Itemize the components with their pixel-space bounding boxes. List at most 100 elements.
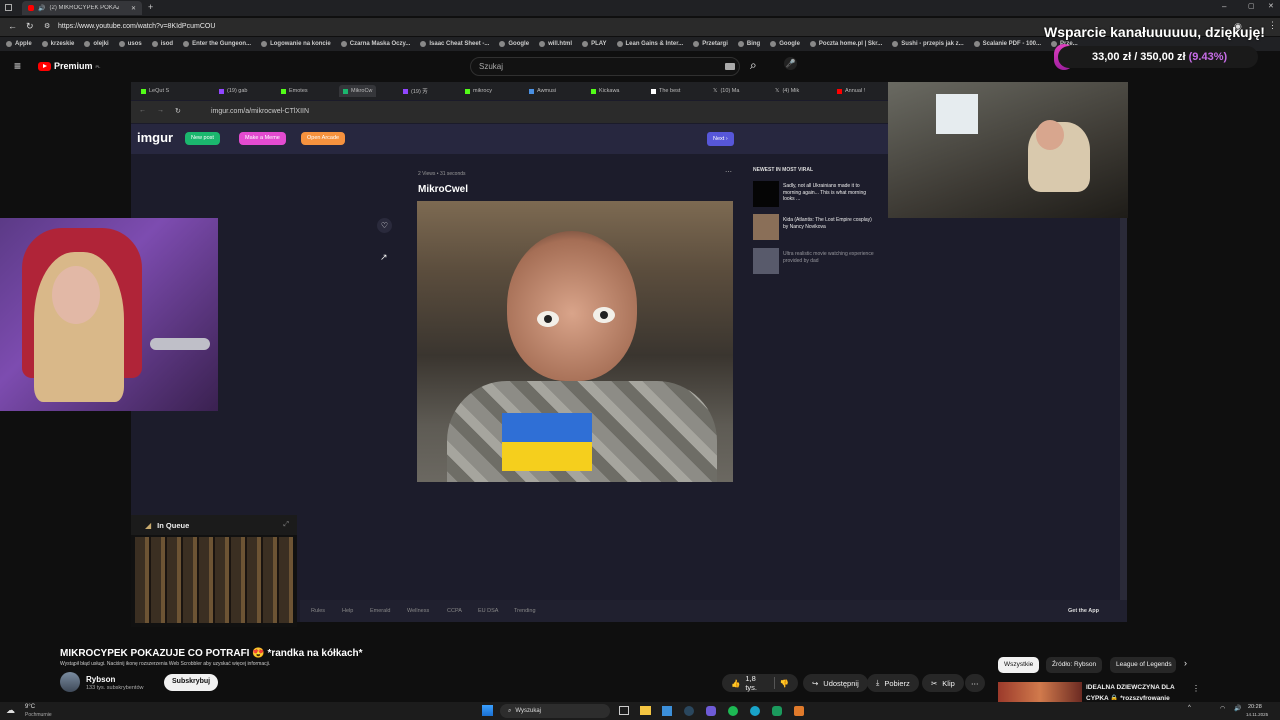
inner-tab[interactable]: mikrocy [465, 85, 492, 97]
inner-reload-icon[interactable]: ↻ [175, 107, 181, 115]
clip-button[interactable]: ✂ Klip [922, 674, 964, 692]
youtube-logo[interactable]: Premium PL [38, 61, 100, 71]
channel-name[interactable]: Rybson [86, 675, 115, 684]
bookmark-item[interactable]: olejki [84, 41, 109, 47]
minimize-icon[interactable]: – [1222, 2, 1226, 11]
bookmark-item[interactable]: Poczta home.pl | Skr... [809, 41, 882, 47]
bookmark-item[interactable]: Lean Gains & Inter... [616, 41, 683, 47]
sidebar-post[interactable]: Ultra realistic movie watching experienc… [753, 248, 877, 276]
chip-league[interactable]: League of Legends [1110, 657, 1176, 673]
open-arcade-button[interactable]: Open Arcade [301, 132, 346, 145]
inner-address-bar[interactable]: imgur.com/a/mikrocwel-CTlXIIN [211, 108, 309, 115]
taskbar-search[interactable]: ⌕ Wyszukaj [500, 704, 610, 718]
app-icon-4[interactable] [794, 706, 804, 716]
post-options-icon[interactable]: ⋯ [725, 168, 732, 176]
more-actions-button[interactable]: ⋯ [965, 674, 985, 692]
inner-forward-icon[interactable]: → [157, 107, 164, 114]
file-explorer-icon[interactable] [640, 706, 651, 715]
channel-avatar[interactable] [60, 672, 80, 692]
bookmark-item[interactable]: Scalanie PDF - 100... [973, 41, 1041, 47]
make-meme-button[interactable]: Make a Meme [239, 132, 286, 145]
post-image[interactable] [417, 201, 733, 482]
reload-icon[interactable]: ↻ [26, 21, 34, 32]
app-icon-2[interactable] [706, 706, 716, 716]
inner-scrollbar[interactable] [1120, 218, 1127, 622]
new-post-button[interactable]: New post [185, 132, 220, 145]
footer-link[interactable]: Trending [514, 608, 536, 614]
inner-tab[interactable]: 𝕏 (10) Ma [713, 85, 739, 97]
browser-menu-icon[interactable]: ⋮ [1268, 20, 1277, 31]
bookmark-item[interactable]: Czarna Maska Oczy... [340, 41, 410, 47]
window-menu-icon[interactable] [5, 4, 12, 11]
keyboard-icon[interactable] [725, 63, 735, 70]
next-button[interactable]: Next › [707, 132, 734, 146]
footer-link[interactable]: Wellness [407, 608, 429, 614]
app-icon-3[interactable] [772, 706, 782, 716]
edge-icon[interactable] [750, 706, 760, 716]
share-arrow-icon[interactable]: ↗ [380, 252, 388, 263]
inner-tab[interactable]: (19) gab [219, 85, 248, 97]
footer-link[interactable]: Rules [311, 608, 325, 614]
bookmark-item[interactable]: Przetargi [693, 41, 728, 47]
chip-source[interactable]: Źródło: Rybson [1046, 657, 1103, 673]
back-arrow-icon[interactable]: ← [8, 21, 17, 31]
inner-tab[interactable]: LeQut S [141, 85, 169, 97]
inner-tab[interactable]: The best [651, 85, 680, 97]
microphone-icon[interactable]: 🎤 [784, 57, 797, 70]
tray-chevron-icon[interactable]: ^ [1188, 705, 1191, 711]
inner-tab[interactable]: Awmusi [529, 85, 556, 97]
subscribe-button[interactable]: Subskrybuj [164, 674, 219, 691]
bookmark-item[interactable]: Logowanie na koncie [261, 41, 331, 47]
bookmark-item[interactable]: Sushi - przepis jak z... [892, 41, 964, 47]
search-input[interactable]: Szukaj [470, 57, 740, 76]
chevron-right-icon[interactable]: › [1184, 658, 1187, 668]
search-icon[interactable]: ⌕ [750, 58, 757, 73]
tab-close-icon[interactable]: ✕ [131, 5, 136, 12]
chip-all[interactable]: Wszystkie [998, 657, 1040, 673]
download-button[interactable]: ⤓ Pobierz [867, 674, 919, 692]
favorite-heart-icon[interactable]: ♡ [377, 218, 392, 233]
bookmark-item[interactable]: Isaac Cheat Sheet -... [420, 41, 489, 47]
recommended-options-icon[interactable]: ⋮ [1192, 684, 1200, 693]
volume-icon[interactable]: 🔊 [1234, 705, 1241, 712]
inner-tab[interactable]: Emotes [281, 85, 308, 97]
steam-icon[interactable] [684, 706, 694, 716]
share-button[interactable]: ↪ Udostępnij [803, 674, 868, 692]
footer-link[interactable]: Emerald [370, 608, 390, 614]
bookmark-item[interactable]: isod [151, 41, 173, 47]
maximize-icon[interactable]: ▢ [1248, 2, 1255, 10]
sidebar-post[interactable]: Sadly, not all Ukrainians made it to mor… [753, 181, 877, 209]
thumbs-down-icon[interactable]: 👎 [780, 679, 789, 688]
start-button[interactable] [482, 705, 493, 716]
bookmark-item[interactable]: Bing [737, 41, 760, 47]
bookmark-item[interactable]: will.html [539, 41, 572, 47]
inner-tab[interactable]: (19) 芳 [403, 85, 428, 97]
imgur-logo[interactable]: imgur [137, 130, 173, 145]
browser-tab[interactable]: 🔊 (2) MIKROCYPEK POKAZUJE ✕ [22, 1, 142, 15]
expand-icon[interactable]: ⤢ [283, 521, 289, 529]
inner-tab[interactable]: 𝕏 (4) Mik [775, 85, 799, 97]
footer-link[interactable]: EU DSA [478, 608, 498, 614]
inner-tab[interactable]: Annual ! [837, 85, 865, 97]
new-tab-button[interactable]: + [148, 2, 153, 12]
footer-link[interactable]: Help [342, 608, 353, 614]
close-window-icon[interactable]: ✕ [1268, 2, 1274, 10]
task-view-icon[interactable] [619, 706, 629, 715]
sidebar-post[interactable]: Kida (Atlantis: The Lost Empire cosplay)… [753, 214, 877, 242]
like-button[interactable]: 👍 1,8 tys. 👎 [722, 674, 798, 692]
inner-tab[interactable]: Kickawa [591, 85, 619, 97]
recommended-title[interactable]: IDEALNA DZIEWCZYNA DLA [1086, 684, 1175, 691]
app-icon-1[interactable] [662, 706, 672, 716]
recommended-thumbnail[interactable] [998, 682, 1082, 702]
bookmark-item[interactable]: Apple [6, 41, 32, 47]
spotify-icon[interactable] [728, 706, 738, 716]
bookmark-item[interactable]: Google [770, 41, 800, 47]
bookmark-item[interactable]: krzeskie [41, 41, 74, 47]
bookmark-item[interactable]: Google [499, 41, 529, 47]
bookmark-item[interactable]: PLAY [582, 41, 607, 47]
get-app-link[interactable]: Get the App [1068, 608, 1099, 614]
bookmark-item[interactable]: usos [118, 41, 142, 47]
site-info-icon[interactable]: ⚙ [44, 22, 50, 30]
inner-back-icon[interactable]: ← [139, 107, 146, 114]
hamburger-menu-icon[interactable]: ≡ [14, 59, 21, 73]
